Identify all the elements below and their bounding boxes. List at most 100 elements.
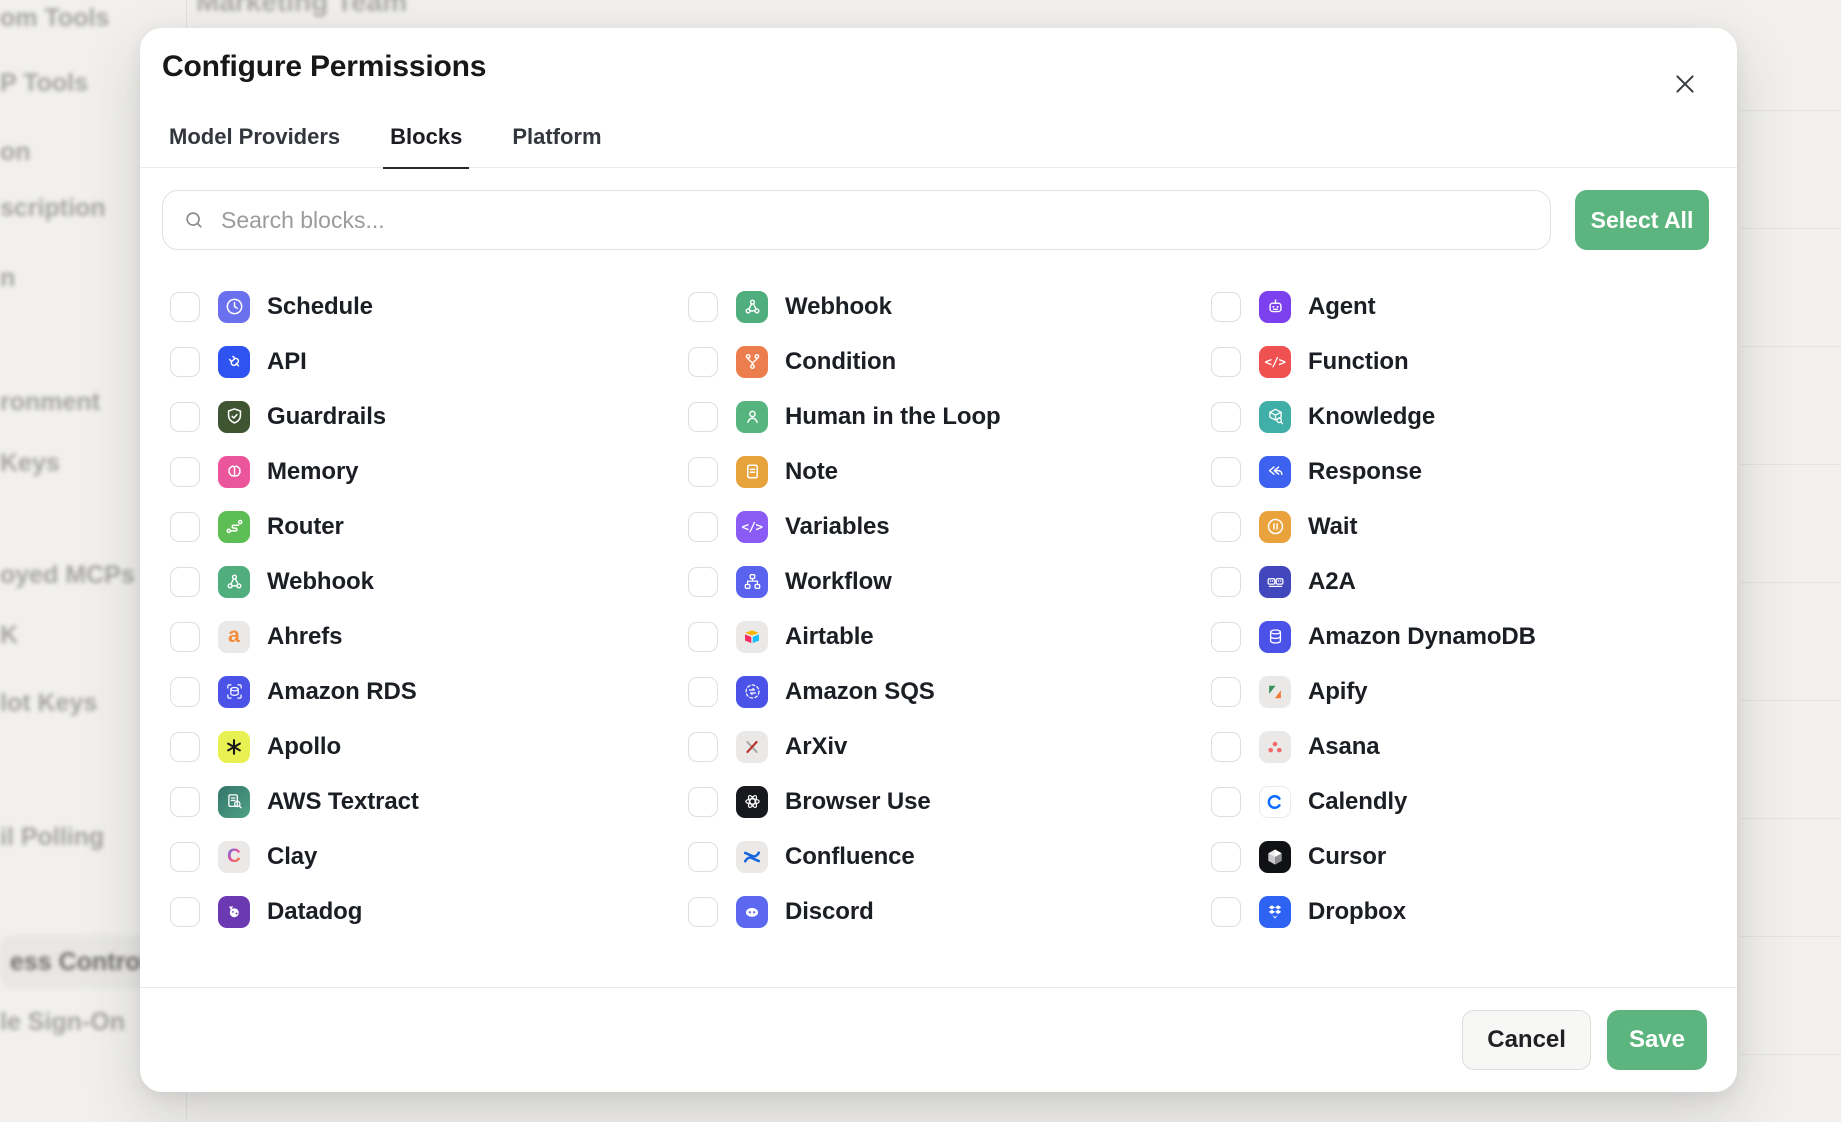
- block-row-api[interactable]: API: [170, 334, 688, 389]
- block-checkbox[interactable]: [688, 567, 718, 597]
- dog-icon: [218, 896, 250, 928]
- blocks-column: Agent </>FunctionKnowledgeResponseWaitA2A…: [1211, 279, 1737, 939]
- block-row-amazon-sqs[interactable]: Amazon SQS: [688, 664, 1211, 719]
- configure-permissions-dialog: Configure Permissions Model ProvidersBlo…: [140, 28, 1737, 1092]
- block-row-webhook[interactable]: Webhook: [688, 279, 1211, 334]
- brain-icon: [218, 456, 250, 488]
- dialog-footer: Cancel Save: [140, 987, 1737, 1092]
- block-row-a2a[interactable]: A2A: [1211, 554, 1737, 609]
- search-input[interactable]: [219, 206, 1530, 235]
- block-checkbox[interactable]: [688, 457, 718, 487]
- block-checkbox[interactable]: [170, 897, 200, 927]
- block-checkbox[interactable]: [170, 567, 200, 597]
- block-checkbox[interactable]: [1211, 732, 1241, 762]
- block-checkbox[interactable]: [170, 292, 200, 322]
- block-row-confluence[interactable]: Confluence: [688, 829, 1211, 884]
- block-row-human-in-the-loop[interactable]: Human in the Loop: [688, 389, 1211, 444]
- tab-model-providers[interactable]: Model Providers: [162, 124, 347, 168]
- block-row-clay[interactable]: CClay: [170, 829, 688, 884]
- block-checkbox[interactable]: [1211, 292, 1241, 322]
- block-checkbox[interactable]: [1211, 567, 1241, 597]
- block-row-ahrefs[interactable]: aAhrefs: [170, 609, 688, 664]
- asterisk-icon: [218, 731, 250, 763]
- block-row-browser-use[interactable]: Browser Use: [688, 774, 1211, 829]
- block-row-response[interactable]: Response: [1211, 444, 1737, 499]
- block-row-calendly[interactable]: Calendly: [1211, 774, 1737, 829]
- block-checkbox[interactable]: [1211, 512, 1241, 542]
- block-row-apollo[interactable]: Apollo: [170, 719, 688, 774]
- block-row-asana[interactable]: Asana: [1211, 719, 1737, 774]
- block-row-cursor[interactable]: Cursor: [1211, 829, 1737, 884]
- block-checkbox[interactable]: [1211, 842, 1241, 872]
- save-button[interactable]: Save: [1607, 1010, 1707, 1070]
- block-row-note[interactable]: Note: [688, 444, 1211, 499]
- block-row-guardrails[interactable]: Guardrails: [170, 389, 688, 444]
- block-checkbox[interactable]: [170, 512, 200, 542]
- block-label: Webhook: [785, 293, 892, 321]
- block-label: Ahrefs: [267, 623, 342, 651]
- block-row-amazon-rds[interactable]: Amazon RDS: [170, 664, 688, 719]
- block-label: Agent: [1308, 293, 1376, 321]
- block-checkbox[interactable]: [1211, 622, 1241, 652]
- block-checkbox[interactable]: [170, 842, 200, 872]
- org-chart-icon: [736, 566, 768, 598]
- cancel-button[interactable]: Cancel: [1462, 1010, 1591, 1070]
- block-checkbox[interactable]: [688, 347, 718, 377]
- block-row-knowledge[interactable]: Knowledge: [1211, 389, 1737, 444]
- block-checkbox[interactable]: [688, 402, 718, 432]
- block-checkbox[interactable]: [688, 677, 718, 707]
- block-checkbox[interactable]: [170, 457, 200, 487]
- block-checkbox[interactable]: [688, 732, 718, 762]
- block-checkbox[interactable]: [170, 677, 200, 707]
- block-row-aws-textract[interactable]: AWS Textract: [170, 774, 688, 829]
- block-checkbox[interactable]: [170, 347, 200, 377]
- block-checkbox[interactable]: [1211, 897, 1241, 927]
- block-checkbox[interactable]: [688, 842, 718, 872]
- block-row-datadog[interactable]: Datadog: [170, 884, 688, 939]
- block-label: Confluence: [785, 843, 915, 871]
- reply-icon: [1259, 456, 1291, 488]
- block-checkbox[interactable]: [688, 292, 718, 322]
- block-checkbox[interactable]: [688, 512, 718, 542]
- block-checkbox[interactable]: [1211, 787, 1241, 817]
- tab-blocks[interactable]: Blocks: [383, 124, 469, 169]
- block-row-memory[interactable]: Memory: [170, 444, 688, 499]
- block-checkbox[interactable]: [1211, 402, 1241, 432]
- block-row-webhook[interactable]: Webhook: [170, 554, 688, 609]
- block-row-airtable[interactable]: Airtable: [688, 609, 1211, 664]
- backdrop-sidebar-item: le Sign-On: [0, 1007, 125, 1037]
- block-row-arxiv[interactable]: ArXiv: [688, 719, 1211, 774]
- tab-platform[interactable]: Platform: [505, 124, 608, 168]
- close-button[interactable]: [1667, 66, 1703, 102]
- blocks-grid: ScheduleAPIGuardrailsMemoryRouterWebhook…: [140, 250, 1737, 987]
- block-row-variables[interactable]: </>Variables: [688, 499, 1211, 554]
- block-row-apify[interactable]: Apify: [1211, 664, 1737, 719]
- block-checkbox[interactable]: [170, 402, 200, 432]
- block-checkbox[interactable]: [1211, 457, 1241, 487]
- block-row-amazon-dynamodb[interactable]: Amazon DynamoDB: [1211, 609, 1737, 664]
- block-checkbox[interactable]: [1211, 677, 1241, 707]
- block-checkbox[interactable]: [688, 897, 718, 927]
- block-row-workflow[interactable]: Workflow: [688, 554, 1211, 609]
- block-checkbox[interactable]: [170, 732, 200, 762]
- block-row-agent[interactable]: Agent: [1211, 279, 1737, 334]
- search-box[interactable]: [162, 190, 1551, 250]
- block-row-discord[interactable]: Discord: [688, 884, 1211, 939]
- block-checkbox[interactable]: [170, 622, 200, 652]
- block-row-dropbox[interactable]: Dropbox: [1211, 884, 1737, 939]
- dialog-header: Configure Permissions Model ProvidersBlo…: [140, 28, 1737, 168]
- block-row-wait[interactable]: Wait: [1211, 499, 1737, 554]
- block-label: Browser Use: [785, 788, 931, 816]
- block-row-schedule[interactable]: Schedule: [170, 279, 688, 334]
- select-all-button[interactable]: Select All: [1575, 190, 1709, 250]
- block-checkbox[interactable]: [1211, 347, 1241, 377]
- block-checkbox[interactable]: [170, 787, 200, 817]
- block-row-condition[interactable]: Condition: [688, 334, 1211, 389]
- block-row-function[interactable]: </>Function: [1211, 334, 1737, 389]
- block-checkbox[interactable]: [688, 622, 718, 652]
- block-row-router[interactable]: Router: [170, 499, 688, 554]
- block-label: Clay: [267, 843, 317, 871]
- block-checkbox[interactable]: [688, 787, 718, 817]
- block-label: Condition: [785, 348, 896, 376]
- robots-pair-icon: [1259, 566, 1291, 598]
